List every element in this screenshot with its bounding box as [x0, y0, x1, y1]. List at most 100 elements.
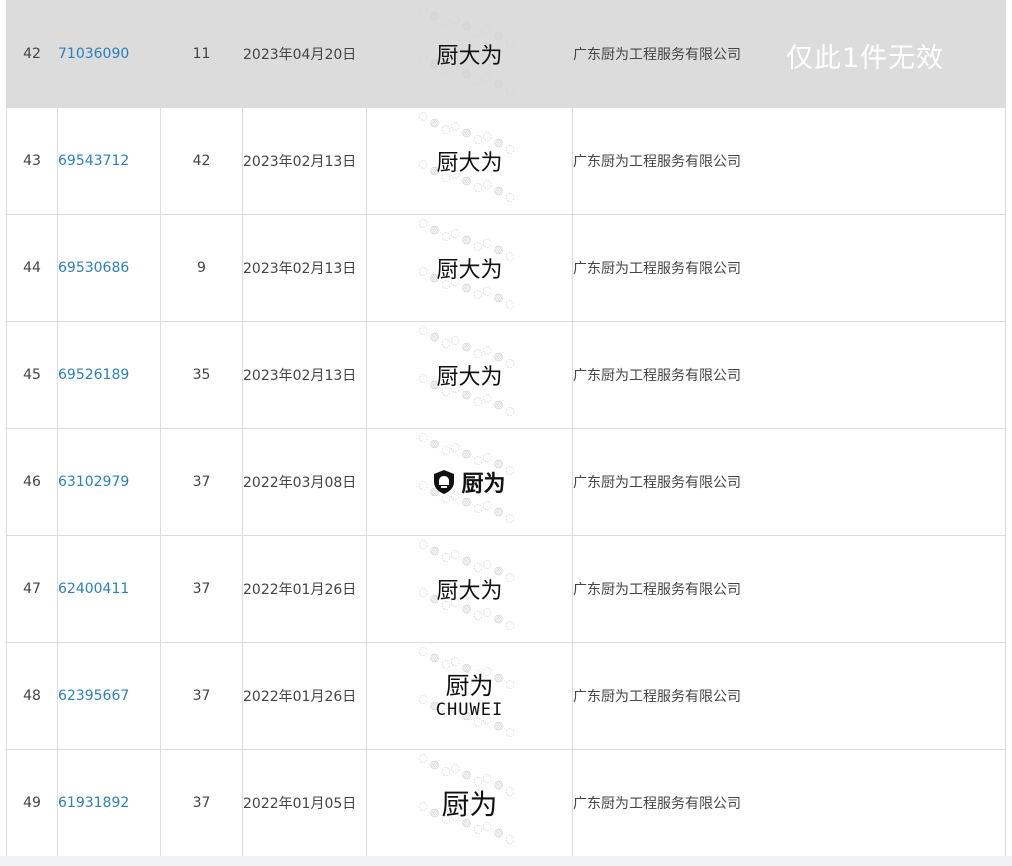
watermark-glyph: ◌ ◍ ◌: [448, 117, 486, 148]
applicant-name-cell: 广东厨为工程服务有限公司: [572, 428, 1006, 536]
application-date: 2023年02月13日: [242, 214, 367, 322]
registration-number-cell: 63102979: [57, 428, 161, 536]
row-index: 43: [6, 107, 58, 215]
row-index: 44: [6, 214, 58, 322]
watermark-glyph: ◌ ◍ ◌: [480, 282, 518, 313]
watermark-glyph: ◌ ◍ ◌: [480, 389, 518, 420]
trademark-latin-text: CHUWEI: [435, 700, 504, 720]
class-number: 35: [160, 321, 243, 429]
registration-number-cell: 69530686: [57, 214, 161, 322]
trademark-image-cell: ◌ ◍ ◌ ◌ ◍ ◌ ◌ ◍ ◌ ◌ ◍ ◌ ◌ ◍ ◌ ◌ ◍ ◌ 厨大为: [366, 321, 573, 429]
trademark-image-cell: ◌ ◍ ◌ ◌ ◍ ◌ ◌ ◍ ◌ ◌ ◍ ◌ ◌ ◍ ◌ ◌ ◍ ◌ 厨大为: [366, 0, 573, 108]
applicant-name-cell: 广东厨为工程服务有限公司: [572, 749, 1006, 857]
watermark-glyph: ◌ ◍ ◌: [417, 322, 454, 352]
watermark-glyph: ◌ ◍ ◌: [417, 643, 454, 673]
application-date: 2023年02月13日: [242, 321, 367, 429]
registration-number-link[interactable]: 62400411: [59, 581, 130, 597]
table-row: 44 69530686 9 2023年02月13日 ◌ ◍ ◌ ◌ ◍ ◌ ◌ ◍ ◌ ◌ ◍…: [6, 214, 1006, 322]
trademark-table: 42 71036090 11 2023年04月20日 ◌ ◍ ◌ ◌ ◍ ◌ ◌ ◍ ◌ ◌ …: [6, 0, 1006, 857]
trademark-image-cell: ◌ ◍ ◌ ◌ ◍ ◌ ◌ ◍ ◌ ◌ ◍ ◌ ◌ ◍ ◌ ◌ ◍ ◌ 厨为 CHUWEI: [366, 642, 573, 750]
watermark-glyph: ◌ ◍ ◌: [480, 175, 518, 206]
registration-number-cell: 62400411: [57, 535, 161, 643]
class-number: 9: [160, 214, 243, 322]
watermark-glyph: ◌ ◍ ◌: [448, 545, 486, 576]
application-date: 2022年01月26日: [242, 535, 367, 643]
watermark-glyph: ◌ ◍ ◌: [448, 10, 486, 41]
trademark-image-cell: ◌ ◍ ◌ ◌ ◍ ◌ ◌ ◍ ◌ ◌ ◍ ◌ ◌ ◍ ◌ ◌ ◍ ◌ 厨大为: [366, 214, 573, 322]
watermark-glyph: ◌ ◍ ◌: [480, 603, 518, 634]
applicant-name-cell: 广东厨为工程服务有限公司 仅此1件无效: [572, 0, 1006, 108]
application-date: 2022年01月05日: [242, 749, 367, 857]
trademark-image-cell: ◌ ◍ ◌ ◌ ◍ ◌ ◌ ◍ ◌ ◌ ◍ ◌ ◌ ◍ ◌ ◌ ◍ ◌ 厨大为: [366, 535, 573, 643]
applicant-name: 广东厨为工程服务有限公司: [573, 154, 742, 170]
trademark-text: 厨为: [441, 788, 498, 821]
trademark-image-cell: ◌ ◍ ◌ ◌ ◍ ◌ ◌ ◍ ◌ ◌ ◍ ◌ ◌ ◍ ◌ ◌ ◍ ◌ 厨为: [366, 749, 573, 857]
registration-number-link[interactable]: 69530686: [59, 260, 130, 276]
applicant-name-cell: 广东厨为工程服务有限公司: [572, 535, 1006, 643]
watermark-glyph: ◌ ◍ ◌: [417, 215, 454, 245]
registration-number-cell: 69526189: [57, 321, 161, 429]
applicant-name: 广东厨为工程服务有限公司: [573, 475, 742, 491]
registration-number-link[interactable]: 69526189: [59, 367, 130, 383]
watermark-glyph: ◌ ◍ ◌: [480, 68, 518, 99]
class-number: 37: [160, 749, 243, 857]
applicant-name-cell: 广东厨为工程服务有限公司: [572, 642, 1006, 750]
applicant-name: 广东厨为工程服务有限公司: [573, 47, 742, 63]
trademark-table-body: 42 71036090 11 2023年04月20日 ◌ ◍ ◌ ◌ ◍ ◌ ◌ ◍ ◌ ◌ …: [6, 0, 1006, 857]
trademark-image-cell: ◌ ◍ ◌ ◌ ◍ ◌ ◌ ◍ ◌ ◌ ◍ ◌ ◌ ◍ ◌ ◌ ◍ ◌ 厨为: [366, 428, 573, 536]
registration-number-link[interactable]: 63102979: [59, 474, 130, 490]
table-row: 42 71036090 11 2023年04月20日 ◌ ◍ ◌ ◌ ◍ ◌ ◌ ◍ ◌ ◌ …: [6, 0, 1006, 108]
class-number: 37: [160, 642, 243, 750]
watermark-glyph: ◌ ◍ ◌: [417, 536, 454, 566]
table-row: 46 63102979 37 2022年03月08日 ◌ ◍ ◌ ◌ ◍ ◌ ◌ ◍ ◌ ◌ …: [6, 428, 1006, 536]
trademark-text: 厨大为: [436, 258, 503, 283]
applicant-name: 广东厨为工程服务有限公司: [573, 689, 742, 705]
applicant-name-cell: 广东厨为工程服务有限公司: [572, 321, 1006, 429]
trademark-list-page: 42 71036090 11 2023年04月20日 ◌ ◍ ◌ ◌ ◍ ◌ ◌ ◍ ◌ ◌ …: [0, 0, 1012, 866]
table-row: 49 61931892 37 2022年01月05日 ◌ ◍ ◌ ◌ ◍ ◌ ◌ ◍ ◌ ◌ …: [6, 749, 1006, 857]
watermark-glyph: ◌ ◍ ◌: [448, 438, 486, 469]
registration-number-cell: 61931892: [57, 749, 161, 857]
trademark-text: 厨大为: [436, 579, 503, 604]
trademark-text: 厨为: [445, 672, 494, 700]
row-index: 47: [6, 535, 58, 643]
watermark-glyph: ◌ ◍ ◌: [448, 224, 486, 255]
registration-number-cell: 62395667: [57, 642, 161, 750]
table-row: 47 62400411 37 2022年01月26日 ◌ ◍ ◌ ◌ ◍ ◌ ◌ ◍ ◌ ◌ …: [6, 535, 1006, 643]
trademark-image-cell: ◌ ◍ ◌ ◌ ◍ ◌ ◌ ◍ ◌ ◌ ◍ ◌ ◌ ◍ ◌ ◌ ◍ ◌ 厨大为: [366, 107, 573, 215]
row-index: 45: [6, 321, 58, 429]
watermark-glyph: ◌ ◍ ◌: [417, 108, 454, 138]
applicant-name: 广东厨为工程服务有限公司: [573, 261, 742, 277]
watermark-glyph: ◌ ◍ ◌: [480, 496, 518, 527]
row-index: 48: [6, 642, 58, 750]
registration-number-cell: 71036090: [57, 0, 161, 108]
registration-number-link[interactable]: 71036090: [59, 46, 130, 62]
registration-number-link[interactable]: 62395667: [59, 688, 130, 704]
trademark-logo: 厨为: [433, 466, 506, 498]
application-date: 2022年01月26日: [242, 642, 367, 750]
class-number: 37: [160, 535, 243, 643]
applicant-name: 广东厨为工程服务有限公司: [573, 582, 742, 598]
table-row: 48 62395667 37 2022年01月26日 ◌ ◍ ◌ ◌ ◍ ◌ ◌ ◍ ◌ ◌ …: [6, 642, 1006, 750]
class-number: 11: [160, 0, 243, 108]
class-number: 37: [160, 428, 243, 536]
applicant-name-cell: 广东厨为工程服务有限公司: [572, 107, 1006, 215]
applicant-name-cell: 广东厨为工程服务有限公司: [572, 214, 1006, 322]
registration-number-link[interactable]: 61931892: [59, 795, 130, 811]
row-index: 42: [6, 0, 58, 108]
trademark-text: 厨为: [461, 471, 506, 497]
class-number: 42: [160, 107, 243, 215]
trademark-text: 厨大为: [436, 151, 503, 176]
applicant-name: 广东厨为工程服务有限公司: [573, 796, 742, 812]
trademark-text: 厨大为: [436, 44, 503, 69]
trademark-text: 厨大为: [436, 365, 503, 390]
application-date: 2023年02月13日: [242, 107, 367, 215]
watermark-glyph: ◌ ◍ ◌: [417, 429, 454, 459]
registration-number-link[interactable]: 69543712: [59, 153, 130, 169]
table-row: 43 69543712 42 2023年02月13日 ◌ ◍ ◌ ◌ ◍ ◌ ◌ ◍ ◌ ◌ …: [6, 107, 1006, 215]
trademark-stack: 厨为 CHUWEI: [436, 672, 503, 720]
invalid-status-note: 仅此1件无效: [786, 43, 945, 74]
watermark-glyph: ◌ ◍ ◌: [448, 331, 486, 362]
watermark-glyph: ◌ ◍ ◌: [417, 750, 454, 780]
watermark-glyph: ◌ ◍ ◌: [417, 1, 454, 31]
